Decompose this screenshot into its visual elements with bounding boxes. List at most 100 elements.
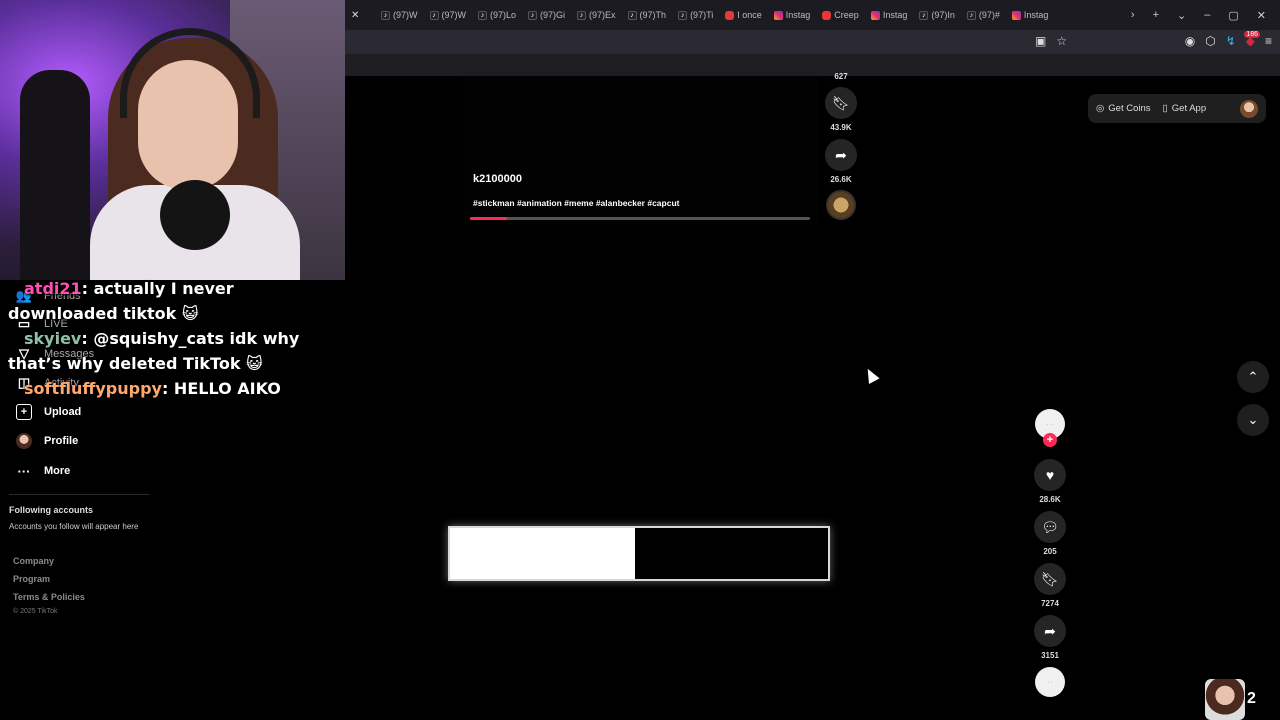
chat-username: skyiev xyxy=(24,329,82,348)
footer-link-company[interactable]: Company xyxy=(13,556,54,566)
bookmark-icon[interactable]: 🔖︎ xyxy=(1034,563,1066,595)
youtube-icon xyxy=(725,10,735,20)
chevron-down-icon[interactable]: ⌄ xyxy=(1177,9,1186,22)
tiktok-icon: ♪ xyxy=(478,10,487,20)
video-author[interactable]: k2100000 xyxy=(473,173,522,185)
browser-tab[interactable]: Instag xyxy=(1006,0,1055,30)
reader-view-icon[interactable]: ▣ xyxy=(1035,34,1046,48)
browser-tab-bar: ✕ ♪ (97)W ♪ (97)W ♪ (97)Lo ♪ (97)Gi ♪ (97)Ex … xyxy=(345,0,1280,30)
tab-label: (97)W xyxy=(393,10,418,20)
sidebar-item-label: More xyxy=(44,465,71,477)
sound-disc-icon[interactable]: · · xyxy=(1035,667,1065,697)
tiktok-icon: ♪ xyxy=(966,10,976,20)
live-viewer-thumbnail[interactable] xyxy=(1205,679,1245,720)
chevron-up-icon: ⌃ xyxy=(1247,369,1259,384)
footer-link-program[interactable]: Program xyxy=(13,574,50,584)
bookmark-star-icon[interactable]: ☆ xyxy=(1056,34,1067,48)
next-video-button[interactable]: ⌄ xyxy=(1237,404,1269,436)
account-icon[interactable]: ◉ xyxy=(1185,34,1195,48)
new-tab-icon[interactable]: + xyxy=(1153,9,1159,21)
footer-link-terms[interactable]: Terms & Policies xyxy=(13,592,85,602)
chat-username: atdi21 xyxy=(24,279,82,298)
follow-plus-icon[interactable]: + xyxy=(1043,433,1057,447)
bookmark-icon[interactable]: 🔖︎ xyxy=(825,87,857,119)
sidebar-item-more[interactable]: ··· More xyxy=(16,463,71,479)
browser-tab[interactable]: Instag xyxy=(768,0,817,30)
screen: ✕ ♪ (97)W ♪ (97)W ♪ (97)Lo ♪ (97)Gi ♪ (97)Ex … xyxy=(0,0,1280,720)
share-icon[interactable]: ➦ xyxy=(825,139,857,171)
get-app-button[interactable]: ▯ Get App xyxy=(1163,103,1207,114)
extensions-icon[interactable]: ⬡ xyxy=(1205,34,1215,48)
tiktok-icon: ♪ xyxy=(577,10,587,20)
browser-tab[interactable]: ♪ (97)W xyxy=(375,0,424,30)
get-coins-button[interactable]: ◎ Get Coins xyxy=(1096,103,1151,114)
phone-icon: ▯ xyxy=(1162,103,1168,114)
share-action: ➦ 3151 xyxy=(1034,615,1066,660)
sidebar-item-upload[interactable]: + Upload xyxy=(16,404,81,420)
video-hashtags[interactable]: #stickman #animation #meme #alanbecker #… xyxy=(473,198,679,208)
share-icon[interactable]: ➦ xyxy=(1034,615,1066,647)
youtube-icon xyxy=(822,10,832,20)
tab-label: (97)Ti xyxy=(690,10,714,20)
previous-video-button[interactable]: ⌃ xyxy=(1237,361,1269,393)
webcam-overlay xyxy=(0,0,345,280)
like-count: 28.6K xyxy=(1039,495,1061,504)
stream-chat: atdi21: actually I never downloaded tikt… xyxy=(8,276,338,401)
chevron-right-icon[interactable]: › xyxy=(1131,9,1135,21)
close-icon[interactable]: ✕ xyxy=(351,10,359,21)
browser-tab[interactable]: ♪ (97)Th xyxy=(622,0,673,30)
bookmark-bar xyxy=(345,54,1280,76)
sidebar-item-label: Profile xyxy=(44,435,79,447)
browser-tab[interactable]: ♪ (97)In xyxy=(913,0,961,30)
chat-text: : HELLO AIKO xyxy=(161,379,281,398)
get-coins-label: Get Coins xyxy=(1108,103,1151,114)
header-actions: ◎ Get Coins ▯ Get App xyxy=(1088,94,1266,123)
sidebar-item-profile[interactable]: Profile xyxy=(16,433,78,449)
browser-tab[interactable]: I once xyxy=(719,0,768,30)
browser-tab[interactable]: ♪ (97)Gi xyxy=(522,0,571,30)
tab-label: (97)Gi xyxy=(540,10,566,20)
following-title: Following accounts xyxy=(9,505,94,515)
minimize-icon[interactable]: – xyxy=(1204,9,1210,21)
coin-icon: ◎ xyxy=(1096,103,1105,114)
tiktok-icon: ♪ xyxy=(919,10,929,20)
browser-tab[interactable]: ♪ (97)Ti xyxy=(672,0,719,30)
tab-active[interactable]: ✕ xyxy=(345,0,375,30)
mouse-cursor xyxy=(862,366,880,384)
browser-tab[interactable]: ♪ (97)Lo xyxy=(472,0,522,30)
translate-extension-icon[interactable]: ↯ xyxy=(1226,34,1236,48)
chat-username: softfluffypuppy xyxy=(24,379,162,398)
video-progress-bar[interactable] xyxy=(470,217,810,220)
gaming-chair xyxy=(20,70,90,280)
copyright: © 2025 TikTok xyxy=(13,608,58,615)
browser-tab[interactable]: Creep xyxy=(816,0,865,30)
tiktok-icon: ♪ xyxy=(381,10,390,20)
heart-icon[interactable]: ♥ xyxy=(1034,459,1066,491)
viewer-count: 2 xyxy=(1247,690,1256,707)
tab-label: Instag xyxy=(882,10,908,20)
browser-tab[interactable]: Instag xyxy=(865,0,914,30)
extension-icon[interactable]: ◆ 186 xyxy=(1244,31,1260,48)
chat-message: atdi21: actually I never downloaded tikt… xyxy=(8,276,338,326)
previous-top-count: 627 xyxy=(834,72,848,81)
tab-label: Instag xyxy=(785,10,811,20)
browser-tab[interactable]: ♪ (97)# xyxy=(961,0,1006,30)
video-progress-fill xyxy=(470,217,508,220)
sound-disc-icon[interactable] xyxy=(826,190,856,220)
comment-icon[interactable]: 💬︎ xyxy=(1034,511,1066,543)
save-count: 7274 xyxy=(1041,599,1059,608)
comment-count: 205 xyxy=(1043,547,1057,556)
browser-tab[interactable]: ♪ (97)Ex xyxy=(571,0,622,30)
menu-icon[interactable]: ≡ xyxy=(1265,34,1272,48)
instagram-icon xyxy=(773,10,783,20)
share-count: 26.6K xyxy=(830,175,852,184)
extension-badge: 186 xyxy=(1244,31,1260,38)
restore-icon[interactable]: ▢ xyxy=(1228,9,1238,22)
tab-label: (97)In xyxy=(931,10,955,20)
browser-tab[interactable]: ♪ (97)W xyxy=(424,0,473,30)
prev-save-action: 🔖︎ 43.9K xyxy=(825,87,857,132)
avatar xyxy=(16,433,32,449)
user-avatar[interactable] xyxy=(1240,99,1258,118)
microphone xyxy=(160,180,230,250)
close-window-icon[interactable]: ✕ xyxy=(1257,9,1266,22)
